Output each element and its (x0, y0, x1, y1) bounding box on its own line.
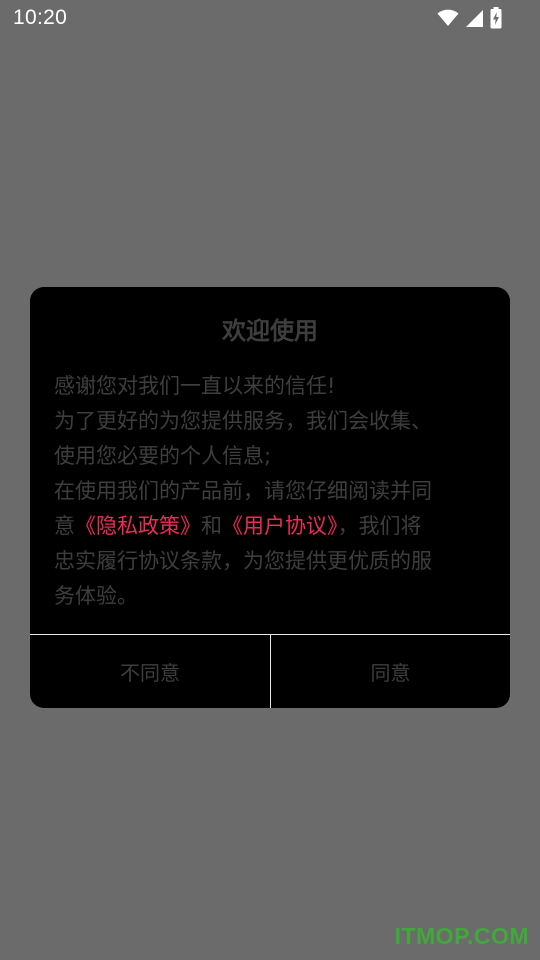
status-icons (437, 7, 502, 29)
watermark: ITMOP.COM (394, 923, 529, 949)
message-text: 和 (201, 514, 222, 538)
message-text: ，我们将 (337, 514, 422, 538)
privacy-policy-link[interactable]: 《隐私政策》 (75, 514, 201, 538)
cellular-signal-icon (465, 9, 484, 28)
dialog-message: 感谢您对我们一直以来的信任! 为了更好的为您提供服务，我们会收集、 使用您必要的… (54, 369, 490, 614)
disagree-button[interactable]: 不同意 (30, 635, 270, 708)
wifi-icon (437, 9, 459, 27)
message-line: 务体验。 (54, 584, 138, 608)
message-line: 忠实履行协议条款，为您提供更优质的服 (54, 549, 432, 573)
message-line: 为了更好的为您提供服务，我们会收集、 (54, 409, 432, 433)
battery-charging-icon (490, 7, 502, 29)
message-line: 感谢您对我们一直以来的信任! (54, 374, 336, 398)
privacy-dialog: 欢迎使用 感谢您对我们一直以来的信任! 为了更好的为您提供服务，我们会收集、 使… (30, 287, 510, 708)
status-bar: 10:20 (0, 0, 540, 38)
agree-button[interactable]: 同意 (271, 635, 510, 708)
message-line-links: 意《隐私政策》和《用户协议》，我们将 (54, 509, 490, 544)
message-line: 在使用我们的产品前，请您仔细阅读并同 (54, 479, 432, 503)
message-line: 使用您必要的个人信息; (54, 444, 272, 468)
user-agreement-link[interactable]: 《用户协议》 (222, 514, 338, 538)
screen: 10:20 欢迎使用 感谢您对我们一直以来的信任! 为了更好的为您提供服务，我们… (0, 0, 540, 960)
status-time: 10:20 (13, 6, 68, 29)
dialog-title: 欢迎使用 (222, 317, 318, 345)
message-text: 意 (54, 514, 75, 538)
